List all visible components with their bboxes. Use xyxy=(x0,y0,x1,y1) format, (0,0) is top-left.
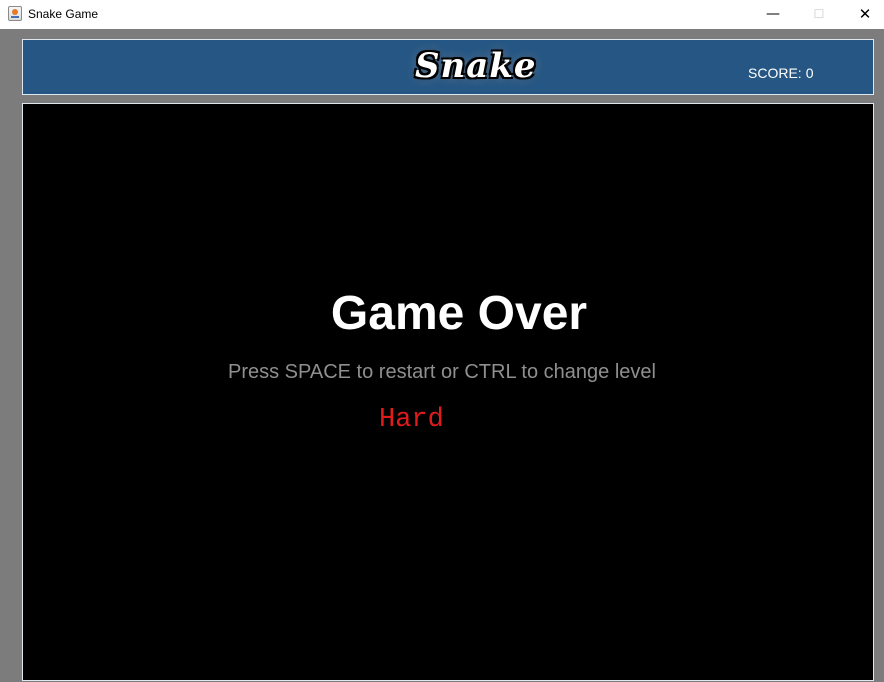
level-indicator: Hard xyxy=(379,405,444,435)
close-button[interactable]: ✕ xyxy=(842,0,884,29)
score-value: 0 xyxy=(805,65,814,81)
maximize-button[interactable]: ☐ xyxy=(796,0,842,29)
minimize-button[interactable]: — xyxy=(750,0,796,29)
score-label: SCORE: xyxy=(748,65,802,81)
window-title: Snake Game xyxy=(28,7,99,21)
header-panel: Snake SCORE: 0 xyxy=(22,39,874,95)
snake-game-window: Snake Game — ☐ ✕ Snake SCORE: 0 Game Over… xyxy=(0,0,884,682)
java-cup-icon[interactable] xyxy=(8,6,22,21)
score-display: SCORE: 0 xyxy=(748,65,813,81)
snake-logo: Snake xyxy=(415,46,537,86)
title-bar[interactable]: Snake Game — ☐ ✕ xyxy=(0,0,884,29)
restart-hint: Press SPACE to restart or CTRL to change… xyxy=(228,361,656,383)
game-board[interactable]: Game Over Press SPACE to restart or CTRL… xyxy=(22,103,874,681)
game-over-heading: Game Over xyxy=(330,287,588,340)
